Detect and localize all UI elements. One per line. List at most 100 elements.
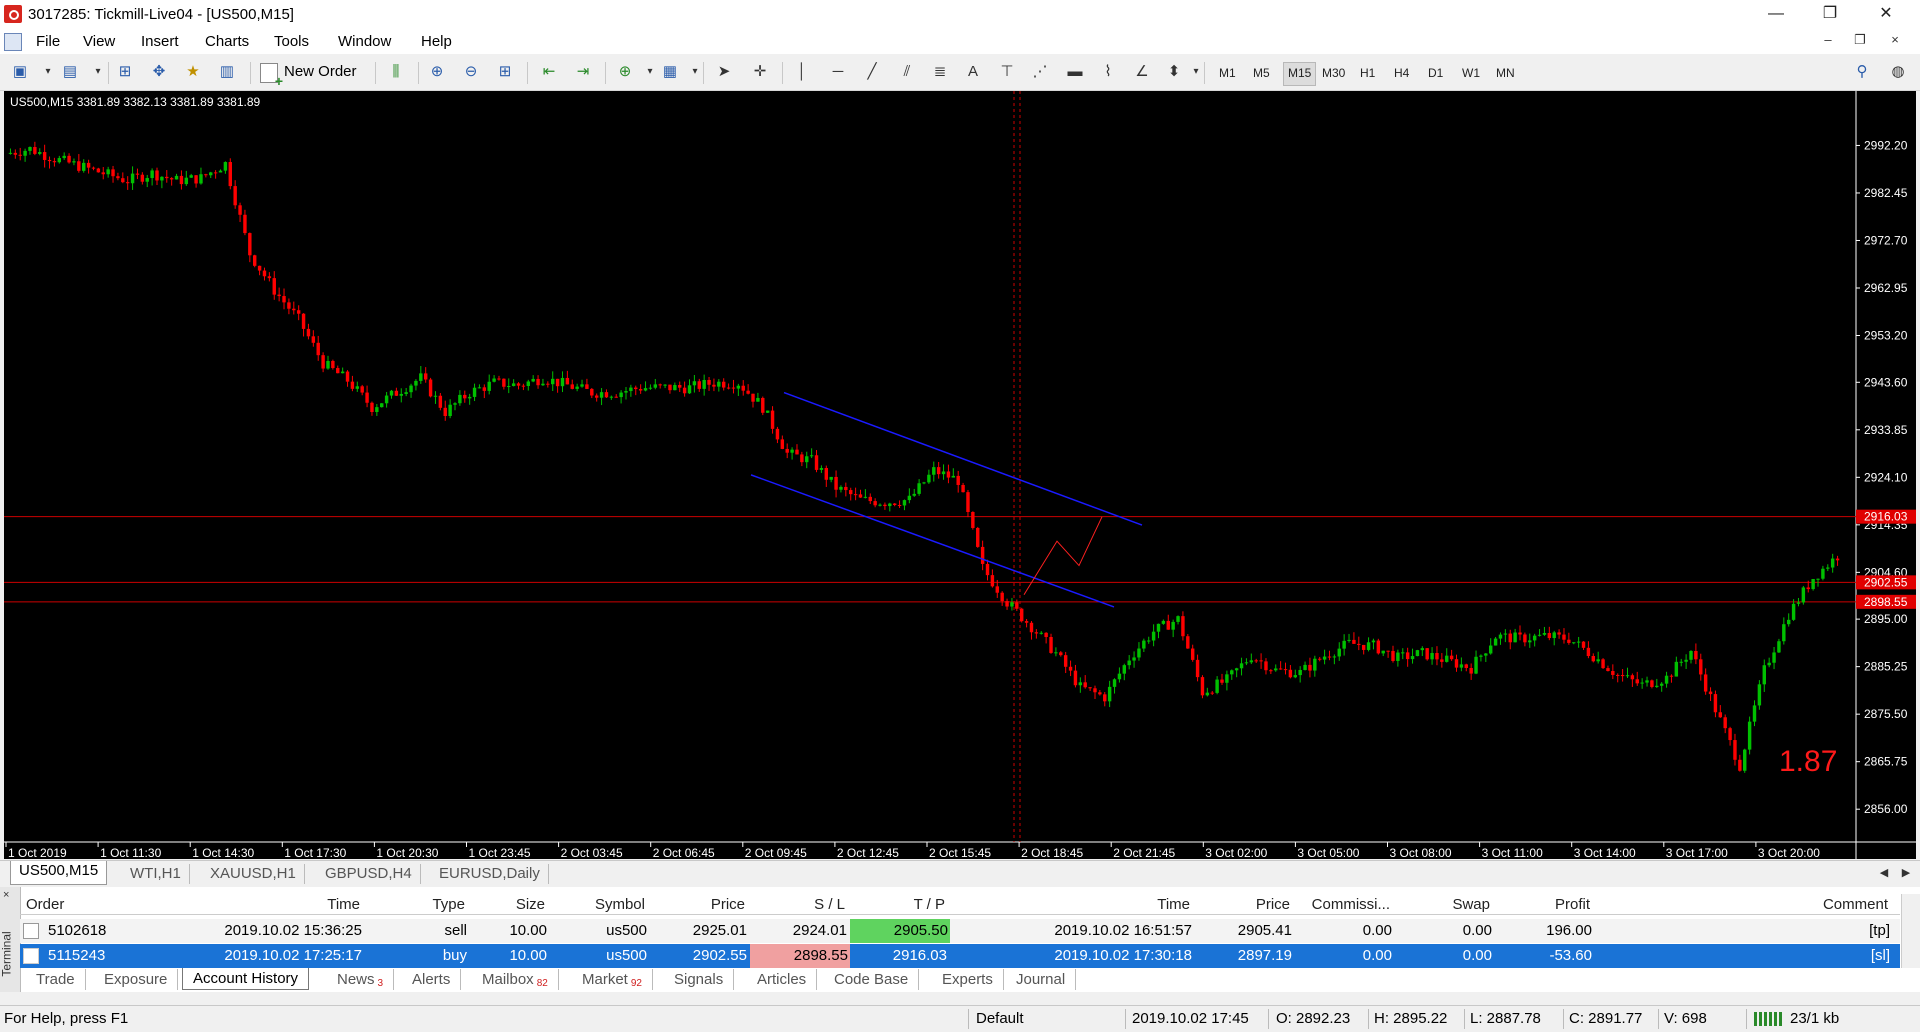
terminal-close-icon[interactable]: × <box>3 889 9 901</box>
column-order[interactable]: Order <box>26 896 64 913</box>
timeframe-h1[interactable]: H1 <box>1356 62 1379 84</box>
column-size[interactable]: Size <box>470 896 545 913</box>
equidistant-channel-icon[interactable]: ⫽ <box>895 60 919 84</box>
menu-help[interactable]: Help <box>421 33 452 50</box>
timeframe-m15[interactable]: M15 <box>1283 62 1317 86</box>
dropdown-arrow-icon[interactable]: ▾ <box>86 60 110 84</box>
rectangle-icon[interactable]: ▬ <box>1063 60 1087 84</box>
elliott-wave-icon[interactable]: ⌇ <box>1096 60 1120 84</box>
timeframe-m30[interactable]: M30 <box>1318 62 1349 84</box>
text-label-icon[interactable]: ⊤ <box>995 60 1019 84</box>
column-profit[interactable]: Profit <box>1495 896 1590 913</box>
column-price[interactable]: Price <box>650 896 745 913</box>
column-type[interactable]: Type <box>370 896 465 913</box>
timeframe-h4[interactable]: H4 <box>1390 62 1413 84</box>
horizontal-line-icon[interactable]: ─ <box>826 60 850 84</box>
menu-window[interactable]: Window <box>338 33 391 50</box>
column-close-time[interactable]: Time <box>950 896 1190 913</box>
column-open-time[interactable]: Time <box>140 896 360 913</box>
column-close-price[interactable]: Price <box>1195 896 1290 913</box>
chart-shift-icon[interactable]: ⇤ <box>537 60 561 84</box>
timeframe-m5[interactable]: M5 <box>1249 62 1274 84</box>
chat-icon[interactable]: ◍ <box>1886 60 1910 84</box>
tab-articles[interactable]: Articles <box>747 969 818 990</box>
new-chart-icon[interactable]: ▣ <box>8 60 32 84</box>
fibo-fan-icon[interactable]: ⋰ <box>1028 60 1052 84</box>
autoscroll-icon[interactable]: ⇥ <box>571 60 595 84</box>
autotrading-icon[interactable]: ⫼ <box>384 60 408 84</box>
arrows-icon[interactable]: ⬍ <box>1162 60 1186 84</box>
fibonacci-icon[interactable]: ≣ <box>928 60 952 84</box>
menu-view[interactable]: View <box>83 33 115 50</box>
mdi-close-button[interactable]: × <box>1885 32 1905 47</box>
data-window-icon[interactable]: ✥ <box>147 60 171 84</box>
profiles-icon[interactable]: ▤ <box>58 60 82 84</box>
tab-account-history[interactable]: Account History <box>182 968 310 990</box>
cursor-icon[interactable]: ➤ <box>712 60 736 84</box>
scroll-right-icon[interactable]: ▶ <box>1894 861 1918 885</box>
search-icon[interactable]: ⚲ <box>1850 60 1874 84</box>
menu-tools[interactable]: Tools <box>274 33 309 50</box>
trendline-icon[interactable]: ╱ <box>860 60 884 84</box>
zoom-in-icon[interactable]: ⊕ <box>425 60 449 84</box>
column-commission[interactable]: Commissi... <box>1295 896 1390 913</box>
close-button[interactable]: ✕ <box>1858 0 1914 28</box>
navigator-icon[interactable]: ★ <box>181 60 205 84</box>
chart-canvas[interactable]: 2992.20 2982.45 2972.70 2962.95 2953.20 2943.… <box>4 91 1916 859</box>
menu-charts[interactable]: Charts <box>205 33 249 50</box>
scroll-left-icon[interactable]: ◀ <box>1872 861 1896 885</box>
indicators-icon[interactable]: ⊕ <box>613 60 637 84</box>
column-comment[interactable]: Comment <box>1640 896 1888 913</box>
terminal-scrollbar[interactable] <box>1901 894 1920 968</box>
tab-market[interactable]: Market 92 <box>572 969 653 990</box>
column-symbol[interactable]: Symbol <box>550 896 645 913</box>
tile-windows-icon[interactable]: ⊞ <box>493 60 517 84</box>
chart-tab-gbpusd[interactable]: GBPUSD,H4 <box>317 864 421 884</box>
chart-tab-us500[interactable]: US500,M15 <box>10 861 108 885</box>
chart-tab-eurusd[interactable]: EURUSD,Daily <box>431 864 549 884</box>
tab-mailbox[interactable]: Mailbox 82 <box>472 969 559 990</box>
templates-icon[interactable]: ▦ <box>658 60 682 84</box>
text-tool-icon[interactable]: A <box>961 60 985 84</box>
timeframe-m1[interactable]: M1 <box>1215 62 1240 84</box>
vertical-line-icon[interactable]: │ <box>790 60 814 84</box>
candle-body <box>702 379 706 389</box>
tab-news[interactable]: News 3 <box>327 969 395 990</box>
candle-body <box>282 296 286 303</box>
tab-experts[interactable]: Experts <box>932 969 1004 990</box>
angle-icon[interactable]: ∠ <box>1130 60 1154 84</box>
candle-body <box>1713 694 1718 713</box>
mdi-minimize-button[interactable]: – <box>1818 32 1838 47</box>
tab-alerts[interactable]: Alerts <box>402 969 462 990</box>
menu-file[interactable]: File <box>36 33 60 50</box>
tab-code-base[interactable]: Code Base <box>824 969 920 990</box>
candle-body <box>1088 687 1092 689</box>
mdi-restore-button[interactable]: ❐ <box>1850 32 1870 48</box>
timeframe-w1[interactable]: W1 <box>1458 62 1484 84</box>
timeframe-d1[interactable]: D1 <box>1424 62 1447 84</box>
chart-tab-xauusd[interactable]: XAUUSD,H1 <box>202 864 305 884</box>
table-row-selected[interactable]: 5115243 2019.10.02 17:25:17 buy 10.00 us… <box>20 944 1900 968</box>
column-tp[interactable]: T / P <box>850 896 945 913</box>
price-chart[interactable]: 2992.20 2982.45 2972.70 2962.95 2953.20 2943.… <box>4 91 1916 859</box>
tab-exposure[interactable]: Exposure <box>94 969 179 990</box>
tab-signals[interactable]: Signals <box>664 969 735 990</box>
column-swap[interactable]: Swap <box>1395 896 1490 913</box>
timeframe-mn[interactable]: MN <box>1492 62 1519 84</box>
zoom-out-icon[interactable]: ⊖ <box>459 60 483 84</box>
minimize-button[interactable]: — <box>1748 0 1804 28</box>
tab-trade[interactable]: Trade <box>26 969 86 990</box>
column-sl[interactable]: S / L <box>750 896 845 913</box>
terminal-icon[interactable]: ▥ <box>215 60 239 84</box>
status-profile[interactable]: Default <box>976 1010 1024 1027</box>
dropdown-arrow-icon[interactable]: ▾ <box>36 60 60 84</box>
menu-insert[interactable]: Insert <box>141 33 179 50</box>
candle-body <box>1371 640 1376 643</box>
crosshair-icon[interactable]: ✛ <box>748 60 772 84</box>
market-watch-icon[interactable]: ⊞ <box>113 60 137 84</box>
table-row[interactable]: 5102618 2019.10.02 15:36:25 sell 10.00 u… <box>20 919 1900 943</box>
new-order-button[interactable]: New Order <box>258 60 357 88</box>
tab-journal[interactable]: Journal <box>1006 969 1077 990</box>
restore-button[interactable]: ❐ <box>1802 0 1858 28</box>
chart-tab-wti[interactable]: WTI,H1 <box>122 864 190 884</box>
